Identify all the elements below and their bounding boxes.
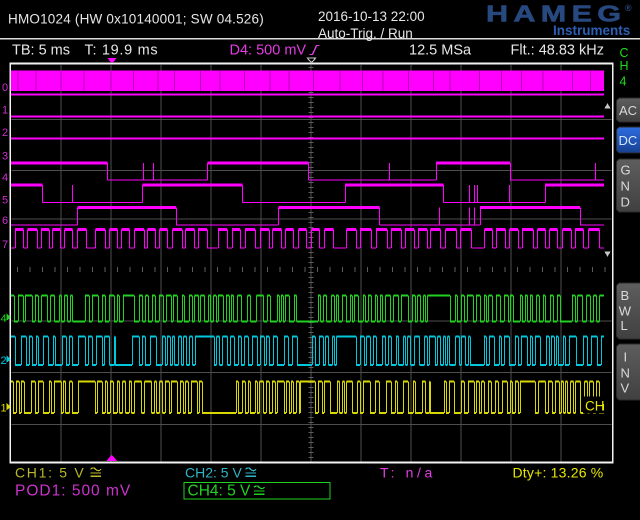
svg-text:CH1: 5 V: CH1: 5 V (15, 465, 85, 481)
svg-text:®: ® (625, 3, 632, 13)
svg-text:7: 7 (2, 239, 8, 251)
svg-text:AC: AC (619, 103, 637, 118)
svg-text:12.5 MSa: 12.5 MSa (409, 43, 472, 59)
svg-text:HMO1024 (HW 0x10140001; SW 04.: HMO1024 (HW 0x10140001; SW 04.526) (8, 12, 264, 27)
svg-text:TB: 5 ms: TB: 5 ms (12, 43, 70, 59)
svg-text:D4: 500 mV: D4: 500 mV (230, 43, 307, 59)
svg-text:N: N (621, 179, 630, 194)
svg-text:4: 4 (1, 313, 7, 325)
svg-text:4: 4 (620, 75, 627, 89)
svg-text:L: L (621, 318, 628, 333)
svg-text:G: G (621, 163, 631, 178)
svg-text:4: 4 (2, 172, 8, 184)
svg-text:C: C (620, 46, 629, 60)
svg-text:H: H (620, 59, 629, 73)
svg-text:2: 2 (1, 355, 7, 367)
svg-text:POD1: 500 mV: POD1: 500 mV (15, 482, 131, 499)
svg-text:I: I (624, 350, 628, 365)
svg-text:6: 6 (2, 215, 8, 227)
svg-text:Instruments: Instruments (553, 23, 630, 38)
svg-text:B: B (621, 288, 630, 303)
svg-text:DC: DC (619, 133, 638, 148)
svg-text:T: 19.9 ms: T: 19.9 ms (85, 43, 159, 59)
svg-text:D: D (621, 195, 630, 210)
svg-text:Auto-Trig. / Run: Auto-Trig. / Run (318, 26, 413, 41)
svg-text:0: 0 (2, 82, 8, 94)
svg-text:5: 5 (2, 195, 8, 207)
svg-text:V: V (621, 381, 630, 396)
svg-text:W: W (619, 304, 632, 319)
svg-text:3: 3 (2, 151, 8, 163)
svg-text:1: 1 (2, 105, 8, 117)
svg-text:CH: CH (585, 399, 605, 414)
svg-text:1: 1 (1, 403, 7, 415)
svg-text:CH4: 5 V: CH4: 5 V (188, 482, 252, 499)
svg-text:2016-10-13 22:00: 2016-10-13 22:00 (318, 9, 425, 24)
svg-text:T: n/a: T: n/a (380, 465, 436, 481)
svg-text:Dty+: 13.26 %: Dty+: 13.26 % (513, 465, 604, 481)
svg-text:Flt.: 48.83 kHz: Flt.: 48.83 kHz (511, 43, 604, 59)
svg-text:N: N (621, 366, 630, 381)
svg-text:2: 2 (2, 127, 8, 139)
svg-text:CH2: 5 V: CH2: 5 V (185, 465, 242, 481)
